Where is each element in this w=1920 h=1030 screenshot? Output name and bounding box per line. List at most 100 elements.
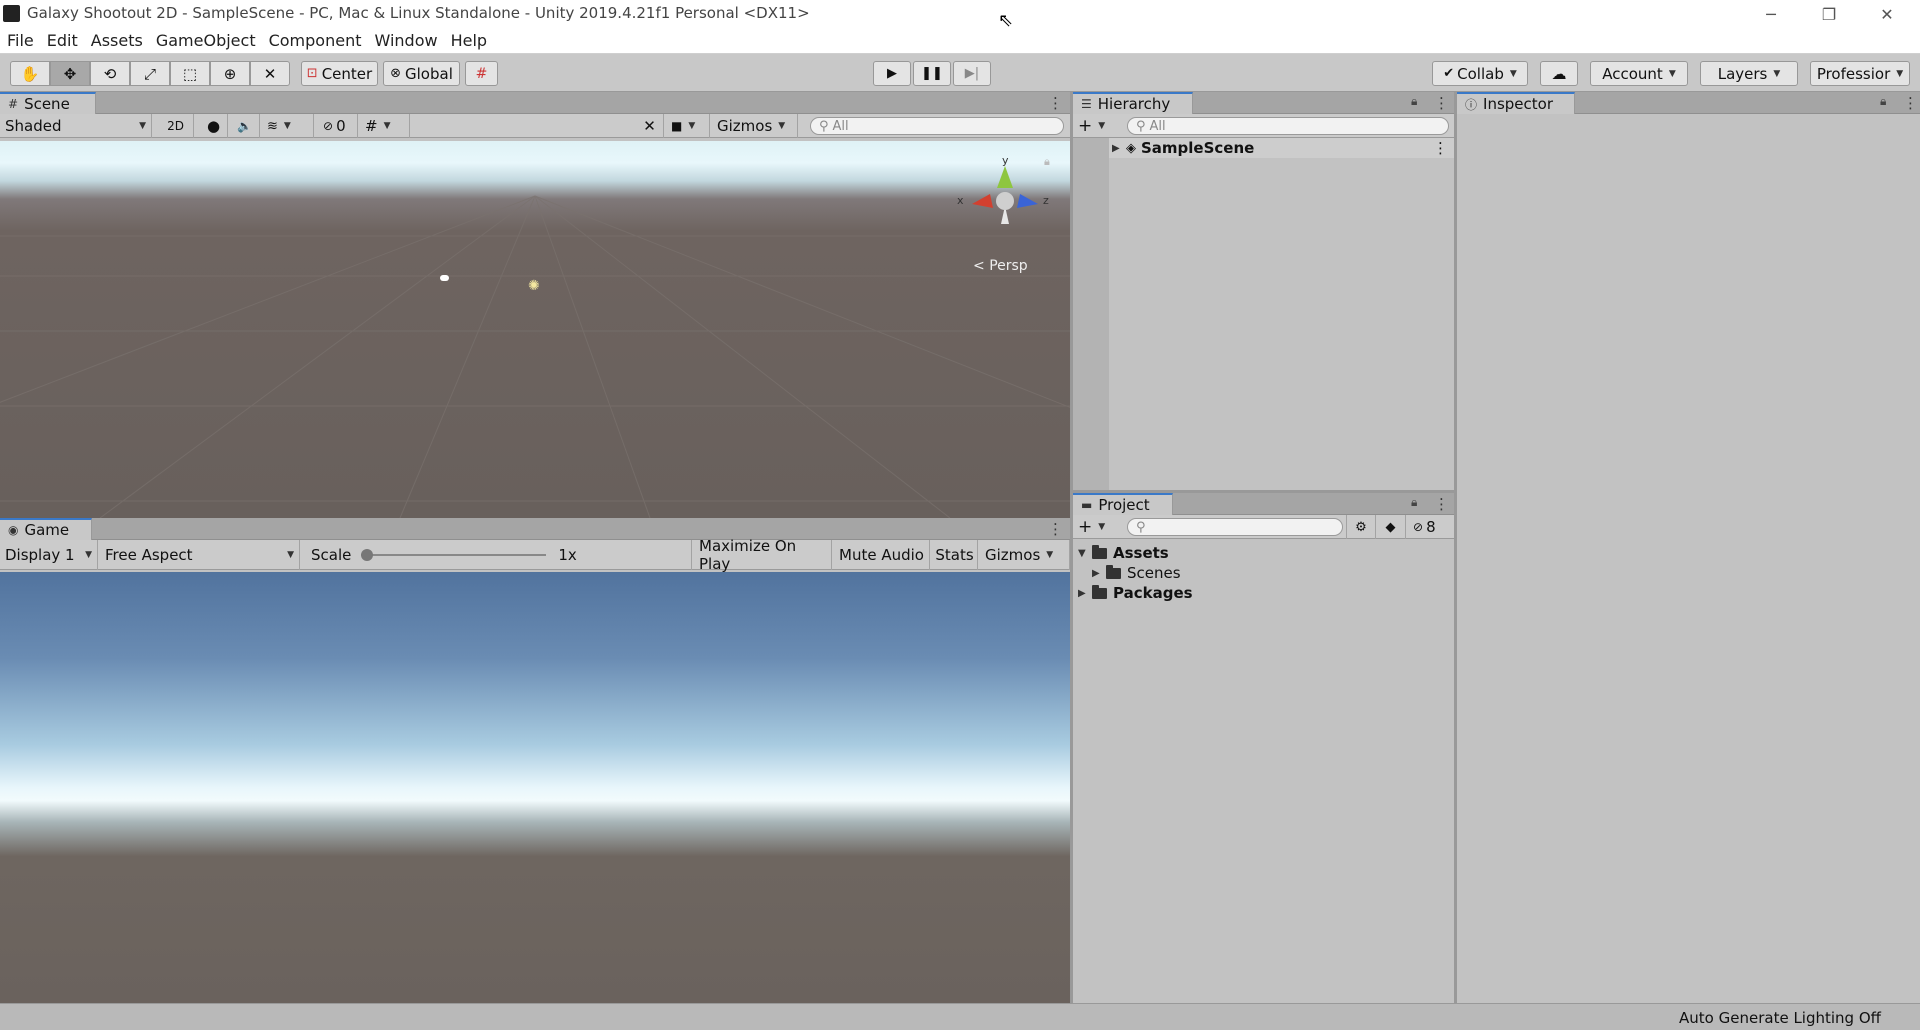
collab-dropdown[interactable]: ✔ Collab ▼	[1432, 61, 1528, 86]
layers-dropdown[interactable]: Layers ▼	[1700, 61, 1798, 86]
inspector-lock-icon[interactable]: 🔒︎	[1880, 94, 1886, 109]
projection-toggle[interactable]: < Persp	[973, 258, 1028, 274]
minimize-button[interactable]: ─	[1742, 0, 1800, 28]
scale-slider[interactable]	[361, 548, 547, 562]
pivot-mode-label: Center	[321, 64, 373, 83]
menu-bar: File Edit Assets GameObject Component Wi…	[0, 28, 1920, 54]
lighting-toggle[interactable]: ●	[200, 114, 228, 138]
shading-mode-label: Shaded	[5, 117, 62, 135]
menu-component[interactable]: Component	[269, 31, 362, 50]
scene-viewport[interactable]: ✺ x y z 🔒︎ < Persp	[0, 141, 1070, 518]
search-by-label-button[interactable]: ◆	[1376, 515, 1406, 539]
stats-toggle[interactable]: Stats	[932, 540, 978, 570]
scale-tool-button[interactable]: ⤢	[130, 61, 170, 86]
project-menu-icon[interactable]: ⋮	[1434, 495, 1449, 513]
project-search-input[interactable]: ⚲	[1127, 518, 1343, 536]
tab-game[interactable]: ◉ Game	[0, 518, 92, 540]
hierarchy-scene-row[interactable]: ▶ ◈ SampleScene ⋮	[1109, 138, 1454, 158]
game-menu-icon[interactable]: ⋮	[1048, 520, 1063, 538]
grid-visibility-dropdown[interactable]: # ▼	[360, 114, 410, 138]
mode-2d-toggle[interactable]: 2D	[158, 114, 194, 138]
tab-hierarchy[interactable]: ☰ Hierarchy	[1073, 92, 1193, 114]
transform-tool-button[interactable]: ⊕	[210, 61, 250, 86]
effects-dropdown[interactable]: ≋ ▼	[262, 114, 314, 138]
hierarchy-menu-icon[interactable]: ⋮	[1434, 94, 1449, 112]
scene-search-input[interactable]: ⚲ All	[810, 117, 1064, 135]
light-object-icon[interactable]: ✺	[528, 278, 540, 294]
grid-snap-icon: #	[475, 65, 488, 82]
cloud-button[interactable]: ☁	[1540, 61, 1578, 86]
shading-mode-dropdown[interactable]: Shaded ▼	[0, 114, 152, 138]
menu-help[interactable]: Help	[451, 31, 487, 50]
project-tree-assets[interactable]: ▼ Assets	[1078, 543, 1169, 563]
rect-tool-button[interactable]: ⬚	[170, 61, 210, 86]
account-dropdown[interactable]: Account ▼	[1590, 61, 1688, 86]
aspect-dropdown[interactable]: Free Aspect ▼	[100, 540, 300, 570]
tab-project[interactable]: ▬ Project	[1073, 493, 1173, 515]
camera-icon: ■	[671, 119, 683, 133]
inspector-menu-icon[interactable]: ⋮	[1903, 94, 1918, 112]
project-create-dropdown[interactable]: + ▼	[1073, 515, 1113, 539]
collapse-arrow-icon[interactable]: ▼	[1078, 548, 1092, 559]
orientation-gizmo[interactable]: x y z	[955, 154, 1055, 234]
game-gizmos-dropdown[interactable]: Gizmos ▼	[980, 540, 1070, 570]
step-button[interactable]: ▶|	[953, 61, 991, 86]
camera-object-icon[interactable]	[440, 275, 449, 281]
menu-assets[interactable]: Assets	[91, 31, 143, 50]
pivot-rotation-button[interactable]: ⊗ Global	[383, 61, 460, 86]
hidden-objects-toggle[interactable]: ⊘ 0	[318, 114, 358, 138]
scene-control-bar: Shaded ▼ 2D ● 🔈 ≋ ▼ ⊘ 0 # ▼ ✕ ■ ▼ Gizmos…	[0, 114, 1070, 138]
tab-inspector[interactable]: ⓘ Inspector	[1457, 92, 1575, 114]
axis-z-label: z	[1043, 194, 1049, 207]
hierarchy-lock-icon[interactable]: 🔒︎	[1411, 94, 1417, 109]
camera-dropdown[interactable]: ■ ▼	[666, 114, 710, 138]
expand-arrow-icon[interactable]: ▶	[1092, 568, 1106, 579]
search-by-type-button[interactable]: ⚙	[1346, 515, 1376, 539]
menu-window[interactable]: Window	[374, 31, 437, 50]
rotate-tool-button[interactable]: ⟲	[90, 61, 130, 86]
pivot-mode-button[interactable]: ⊡ Center	[301, 61, 378, 86]
hierarchy-panel: ☰ Hierarchy 🔒︎ ⋮ + ▼ ⚲ All ▶ ◈ SampleSce…	[1073, 92, 1454, 490]
menu-file[interactable]: File	[7, 31, 34, 50]
chevron-down-icon: ▼	[1668, 68, 1676, 79]
project-lock-icon[interactable]: 🔒︎	[1411, 495, 1417, 510]
menu-edit[interactable]: Edit	[47, 31, 78, 50]
unity-scene-icon: ◈	[1126, 140, 1136, 156]
scene-gizmos-dropdown[interactable]: Gizmos ▼	[712, 114, 798, 138]
hidden-packages-toggle[interactable]: ⊘ 8	[1408, 515, 1452, 539]
expand-arrow-icon[interactable]: ▶	[1112, 143, 1126, 154]
hierarchy-create-dropdown[interactable]: + ▼	[1073, 114, 1113, 138]
audio-toggle[interactable]: 🔈	[230, 114, 260, 138]
tab-scene[interactable]: # Scene	[0, 92, 96, 114]
tools-button[interactable]: ✕	[636, 114, 664, 138]
restore-button[interactable]: ❐	[1800, 0, 1858, 28]
play-button[interactable]: ▶	[873, 61, 911, 86]
plus-icon: +	[1078, 116, 1093, 136]
menu-gameobject[interactable]: GameObject	[156, 31, 256, 50]
layout-dropdown[interactable]: Professior ▼	[1810, 61, 1910, 86]
pause-button[interactable]: ❚❚	[913, 61, 951, 86]
step-icon: ▶|	[964, 66, 980, 81]
scene-menu-icon[interactable]: ⋮	[1048, 94, 1063, 112]
move-tool-button[interactable]: ✥	[50, 61, 90, 86]
maximize-on-play-toggle[interactable]: Maximize On Play	[694, 537, 832, 573]
project-tree-packages[interactable]: ▶ Packages	[1078, 583, 1193, 603]
expand-arrow-icon[interactable]: ▶	[1078, 588, 1092, 599]
scene-row-menu-icon[interactable]: ⋮	[1433, 139, 1448, 157]
hierarchy-search-placeholder: All	[1149, 118, 1166, 134]
hand-tool-button[interactable]: ✋	[10, 61, 50, 86]
display-dropdown[interactable]: Display 1 ▼	[0, 540, 98, 570]
info-icon: ⓘ	[1465, 97, 1478, 112]
globe-icon: ⊗	[390, 66, 402, 81]
gizmo-lock-icon[interactable]: 🔒︎	[1044, 155, 1050, 169]
hierarchy-gutter	[1073, 138, 1109, 490]
close-button[interactable]: ✕	[1858, 0, 1916, 28]
game-viewport[interactable]	[0, 572, 1070, 1003]
play-icon: ▶	[887, 66, 897, 81]
mute-audio-toggle[interactable]: Mute Audio	[834, 540, 930, 570]
grid-snap-button[interactable]: #	[465, 61, 498, 86]
scale-slider-thumb[interactable]	[361, 549, 374, 561]
hierarchy-search-input[interactable]: ⚲ All	[1127, 117, 1449, 135]
project-tree-scenes[interactable]: ▶ Scenes	[1092, 563, 1181, 583]
custom-tool-button[interactable]: ✕	[250, 61, 290, 86]
